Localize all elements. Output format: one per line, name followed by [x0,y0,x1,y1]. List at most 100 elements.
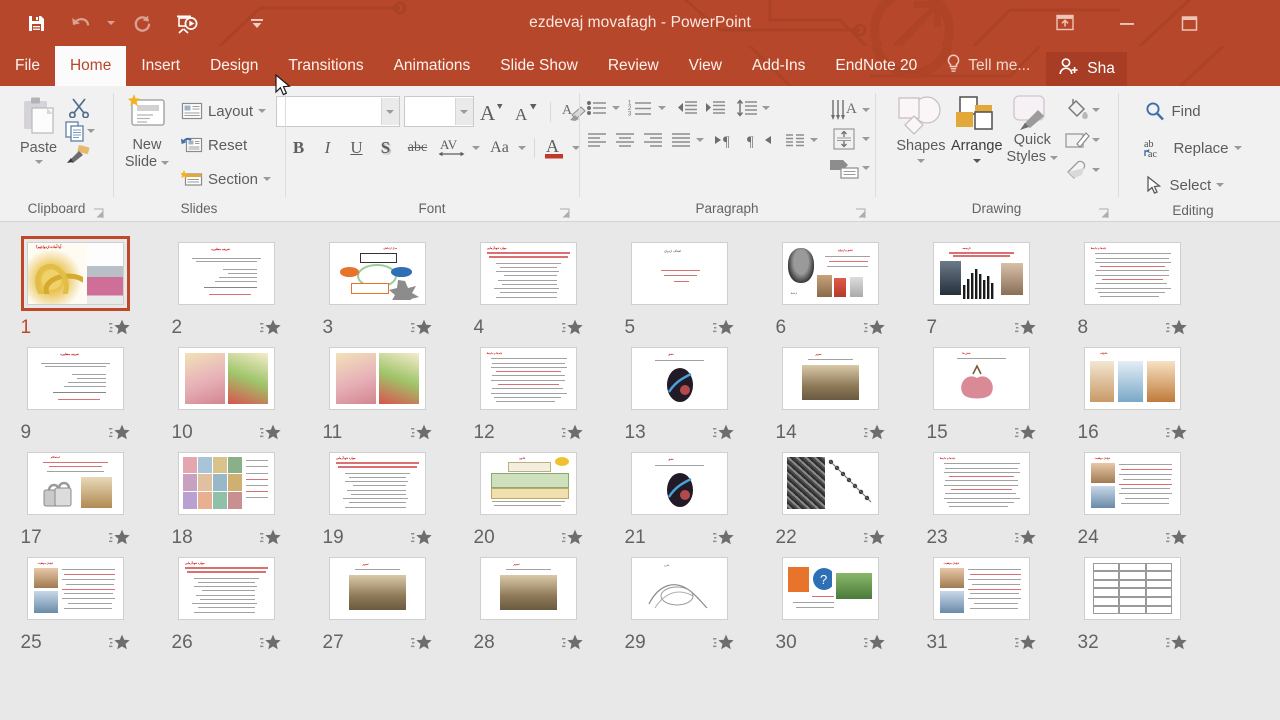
decrease-indent-button[interactable] [674,96,700,120]
animation-star-icon[interactable] [410,422,433,444]
font-dialog-launcher[interactable] [559,205,571,218]
columns-button[interactable] [782,128,808,152]
slide-thumbnail-cell[interactable]: ? 30 [755,551,906,656]
slide-thumbnail[interactable]: خانواده [1078,341,1187,416]
tell-me-box[interactable]: Tell me... [932,46,1040,86]
align-text-button[interactable] [828,126,862,152]
increase-indent-button[interactable] [702,96,728,120]
slide-thumbnail[interactable]: آیا آماده ازدواجیم؟ [21,236,130,311]
slide-thumbnail[interactable]: بایدها و نبایدها [927,446,1036,521]
slide-thumbnail-cell[interactable]: مدل ارتباطی 3 [302,236,453,341]
font-size-combobox[interactable] [403,96,474,127]
animation-star-icon[interactable] [108,527,131,549]
slide-thumbnail[interactable]: موارد خودآزمایی [474,236,583,311]
quick-styles-button[interactable]: Quick Styles [1007,94,1059,166]
rtl-button[interactable]: ¶ [744,128,774,152]
slide-thumbnail-cell[interactable]: عوامل موفقیت 25 [0,551,151,656]
paste-button[interactable]: Paste [19,96,59,164]
restore-icon[interactable] [1158,2,1220,44]
drawing-dialog-launcher[interactable] [1098,205,1110,218]
tab-review[interactable]: Review [593,46,674,86]
shapes-button[interactable]: Shapes [893,94,949,163]
animation-star-icon[interactable] [410,632,433,654]
animation-star-icon[interactable] [712,422,735,444]
arrange-button[interactable]: Arrange [951,94,1003,163]
animation-star-icon[interactable] [863,422,886,444]
slide-thumbnail[interactable] [172,341,281,416]
slide-thumbnail-cell[interactable]: موارد خودآزمایی 4 [453,236,604,341]
format-painter-button[interactable] [63,144,95,164]
slide-thumbnail[interactable]: تصویر [323,551,432,626]
paragraph-dialog-launcher[interactable] [855,205,867,218]
slide-thumbnail[interactable]: تصویر [776,341,885,416]
animation-star-icon[interactable] [259,632,282,654]
slide-thumbnail-cell[interactable]: 18 [151,446,302,551]
slide-thumbnail-cell[interactable]: موارد خودآزمایی 19 [302,446,453,551]
tab-animations[interactable]: Animations [379,46,486,86]
find-button[interactable]: Find [1140,96,1245,126]
slide-thumbnail[interactable] [1078,551,1187,626]
italic-button[interactable]: I [314,134,342,162]
slide-thumbnail[interactable]: موارد خودآزمایی [172,551,281,626]
tab-insert[interactable]: Insert [126,46,195,86]
slide-thumbnail-cell[interactable]: اهداف ازدواج 5 [604,236,755,341]
slide-thumbnail[interactable]: طرح [625,551,734,626]
section-button[interactable]: Section [177,164,275,194]
animation-star-icon[interactable] [410,527,433,549]
animation-star-icon[interactable] [410,317,433,339]
text-direction-button[interactable]: A [828,97,862,123]
slide-thumbnail[interactable]: بایدها و نبایدها [474,341,583,416]
slide-thumbnail-cell[interactable]: 11 [302,341,453,446]
shape-effects-button[interactable] [1062,157,1092,183]
animation-star-icon[interactable] [1165,632,1188,654]
strikethrough-button[interactable]: abc [401,134,435,162]
quick-access-toolbar[interactable] [0,0,266,46]
slide-thumbnail[interactable]: موارد خودآزمایی [323,446,432,521]
bullets-button[interactable] [584,96,610,120]
animation-star-icon[interactable] [561,422,584,444]
slide-thumbnail[interactable]: عوامل موفقیت [21,551,130,626]
slide-thumbnail-cell[interactable]: تصویر 27 [302,551,453,656]
tab-file[interactable]: File [0,46,55,86]
animation-star-icon[interactable] [108,632,131,654]
shape-fill-button[interactable] [1062,97,1092,123]
slide-thumbnail[interactable] [172,446,281,521]
slide-thumbnail-cell[interactable]: تصویر 28 [453,551,604,656]
slide-thumbnail[interactable]: اهداف ازدواج [625,236,734,311]
numbering-button[interactable]: 123 [626,96,656,120]
slide-thumbnail[interactable] [776,446,885,521]
window-controls[interactable] [1034,0,1280,46]
animation-star-icon[interactable] [1014,422,1037,444]
slide-thumbnail-cell[interactable]: تصویر 14 [755,341,906,446]
slide-thumbnail[interactable]: بایدها و نبایدها [1078,236,1187,311]
close-icon[interactable] [1220,2,1280,44]
animation-star-icon[interactable] [561,527,584,549]
slide-thumbnail-cell[interactable]: عشق و ازدواج ارتباط 6 [755,236,906,341]
cut-button[interactable] [63,96,95,118]
align-center-button[interactable] [612,128,638,152]
slide-thumbnail[interactable]: استحکام [21,446,130,521]
animation-star-icon[interactable] [1014,632,1037,654]
layout-button[interactable]: Layout [177,96,275,126]
slide-thumbnail-cell[interactable]: نقش ها 15 [906,341,1057,446]
animation-star-icon[interactable] [1165,422,1188,444]
save-icon[interactable] [14,5,58,41]
ribbon-tab-strip[interactable]: File Home Insert Design Transitions Anim… [0,46,1280,86]
slide-thumbnail-cell[interactable]: 32 [1057,551,1208,656]
select-button[interactable]: Select [1140,170,1245,200]
justify-button[interactable] [668,128,694,152]
animation-star-icon[interactable] [259,317,282,339]
slide-thumbnail-cell[interactable]: بایدها و نبایدها 23 [906,446,1057,551]
reset-button[interactable]: Reset [177,130,275,160]
slide-thumbnail[interactable]: عشق [625,341,734,416]
animation-star-icon[interactable] [863,527,886,549]
slide-thumbnail-cell[interactable]: عوامل موفقیت 24 [1057,446,1208,551]
slide-thumbnail-cell[interactable]: تعریف مشاوره 2 [151,236,302,341]
slide-thumbnail[interactable]: مدل ارتباطی [323,236,432,311]
clipboard-dialog-launcher[interactable] [93,205,105,218]
slide-thumbnail-cell[interactable]: قانون 20 [453,446,604,551]
slide-thumbnail[interactable]: نقش ها [927,341,1036,416]
animation-star-icon[interactable] [108,317,131,339]
slide-thumbnail[interactable]: تصویر [474,551,583,626]
slide-thumbnail-cell[interactable]: 10 [151,341,302,446]
